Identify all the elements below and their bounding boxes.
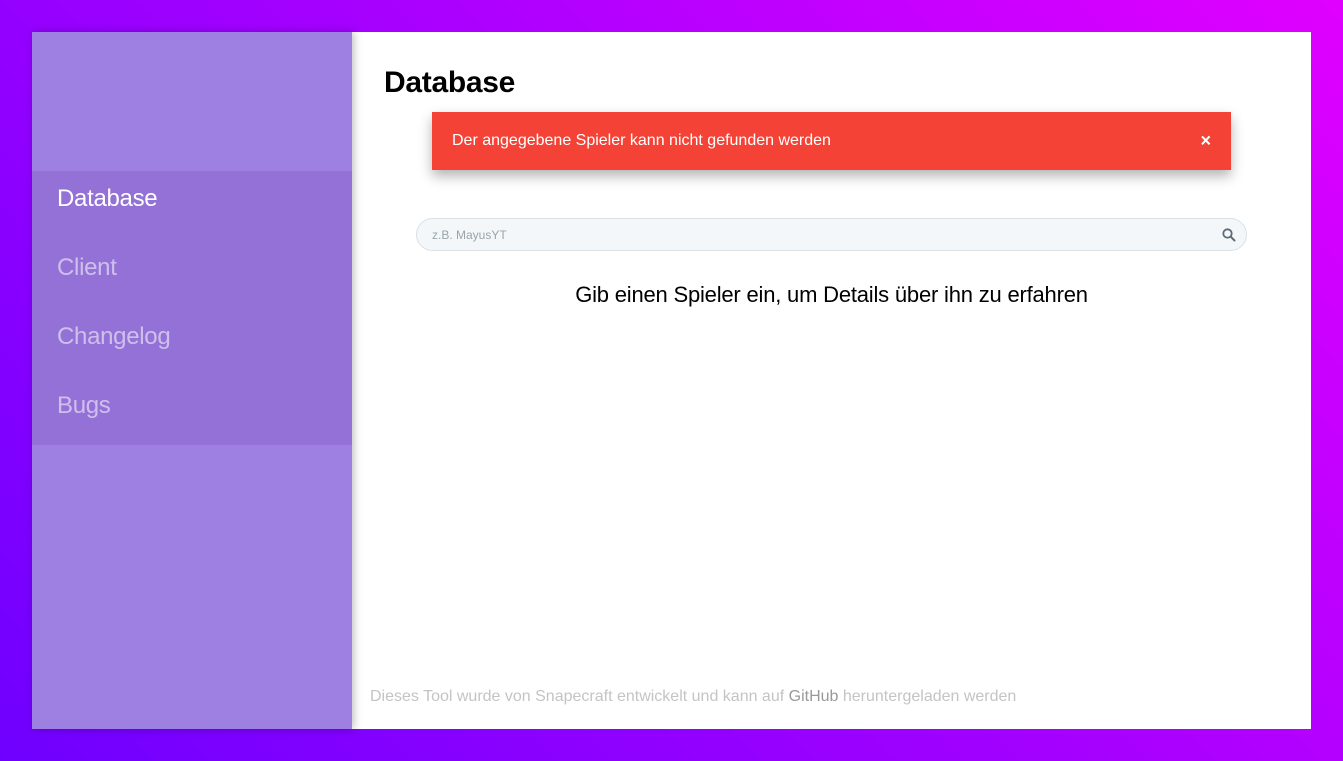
sidebar: Database Client Changelog Bugs (32, 32, 352, 729)
info-text: Gib einen Spieler ein, um Details über i… (575, 282, 1088, 307)
github-link[interactable]: GitHub (789, 688, 839, 705)
sidebar-item-changelog[interactable]: Changelog (32, 323, 352, 392)
footer: Dieses Tool wurde von Snapecraft entwick… (370, 688, 1016, 706)
sidebar-item-label: Changelog (57, 323, 171, 350)
close-icon[interactable]: × (1200, 131, 1211, 152)
sidebar-item-client[interactable]: Client (32, 254, 352, 323)
error-alert: Der angegebene Spieler kann nicht gefund… (432, 112, 1231, 170)
app-window: Database Client Changelog Bugs Database … (32, 32, 1311, 729)
sidebar-item-label: Database (57, 185, 158, 212)
alert-message: Der angegebene Spieler kann nicht gefund… (452, 132, 831, 149)
sidebar-item-label: Bugs (57, 392, 111, 419)
search-input[interactable] (417, 219, 1246, 250)
footer-text-after: heruntergeladen werden (838, 688, 1017, 705)
search-bar (416, 218, 1247, 251)
sidebar-item-bugs[interactable]: Bugs (32, 392, 352, 461)
sidebar-item-database[interactable]: Database (32, 185, 352, 254)
sidebar-nav: Database Client Changelog Bugs (32, 171, 352, 445)
sidebar-item-label: Client (57, 254, 117, 281)
main-content: Database Der angegebene Spieler kann nic… (352, 32, 1311, 729)
search-icon[interactable] (1221, 227, 1237, 243)
page-title: Database (384, 66, 516, 99)
footer-text-before: Dieses Tool wurde von Snapecraft entwick… (370, 688, 789, 705)
